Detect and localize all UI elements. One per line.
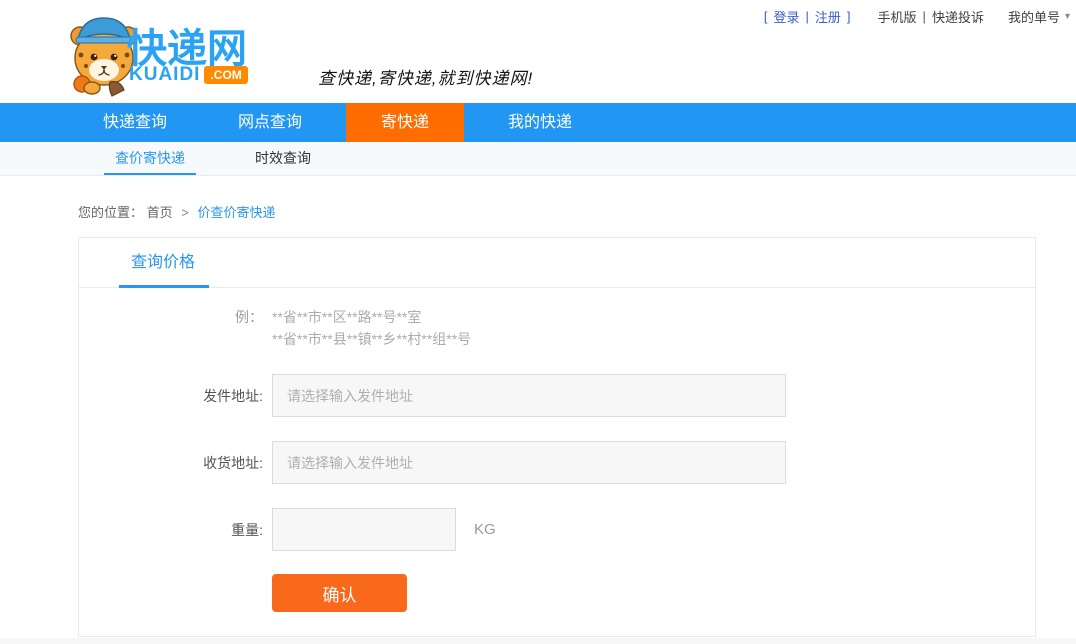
- example-row: 例： **省**市**区**路**号**室 **省**市**县**镇**乡**村…: [79, 306, 1035, 350]
- brand-tagline: 查快递,寄快递,就到快递网!: [318, 64, 533, 89]
- register-link[interactable]: 注册: [812, 7, 844, 26]
- breadcrumb: 您的位置： 首页 > 价查价寄快递: [78, 202, 276, 221]
- breadcrumb-home-link[interactable]: 首页: [147, 205, 173, 220]
- breadcrumb-current-link[interactable]: 价查价寄快递: [198, 205, 276, 220]
- nav-item-send-express[interactable]: 寄快递: [346, 103, 464, 142]
- weight-label: 重量:: [79, 520, 263, 540]
- nav-item-my-express[interactable]: 我的快递: [481, 103, 599, 142]
- receiver-address-row: 收货地址:: [79, 441, 1035, 484]
- nav-item-branch-query[interactable]: 网点查询: [211, 103, 329, 142]
- bottom-divider: [0, 638, 1076, 644]
- sender-address-label: 发件地址:: [79, 386, 263, 406]
- my-tracking-menu[interactable]: 我的单号 ▾: [1008, 7, 1070, 26]
- subnav-item-price-query[interactable]: 查价寄快递: [104, 142, 196, 175]
- sub-nav: 查价寄快递 时效查询: [0, 142, 1076, 176]
- topbar: [ 登录 | 注册 ] 手机版 | 快递投诉 我的单号 ▾: [761, 7, 1070, 26]
- weight-unit-label: KG: [474, 521, 496, 538]
- example-line-2: **省**市**县**镇**乡**村**组**号: [272, 328, 471, 350]
- chevron-down-icon: ▾: [1065, 11, 1070, 22]
- breadcrumb-separator: >: [181, 205, 189, 220]
- subnav-item-time-query[interactable]: 时效查询: [244, 142, 322, 175]
- panel-tab-row: 查询价格: [79, 238, 1035, 288]
- mobile-version-link[interactable]: 手机版: [878, 7, 917, 26]
- site-logo[interactable]: 快递网 KUAIDI .COM 查快递,寄快递,就到快递网!: [66, 8, 486, 100]
- confirm-button[interactable]: 确认: [272, 574, 407, 612]
- mobile-complaint-links: 手机版 | 快递投诉: [878, 7, 984, 26]
- topbar-divider: |: [917, 9, 932, 24]
- tab-active-underline: [119, 285, 209, 288]
- tab-query-price[interactable]: 查询价格: [131, 238, 195, 288]
- my-tracking-label: 我的单号: [1008, 7, 1060, 26]
- complaint-link[interactable]: 快递投诉: [932, 7, 984, 26]
- bracket-close: ]: [844, 9, 854, 24]
- receiver-address-label: 收货地址:: [79, 453, 263, 473]
- weight-input[interactable]: [272, 508, 456, 551]
- login-link[interactable]: 登录: [770, 7, 802, 26]
- brand-domain-text: KUAIDI: [129, 64, 200, 86]
- example-label: 例：: [79, 306, 263, 328]
- breadcrumb-prefix: 您的位置：: [78, 205, 143, 220]
- auth-separator: |: [803, 9, 812, 24]
- main-nav: 快递查询 网点查询 寄快递 我的快递: [0, 103, 1076, 142]
- auth-links: [ 登录 | 注册 ]: [761, 7, 854, 26]
- brand-domain-suffix-badge: .COM: [204, 66, 247, 84]
- price-query-panel: 查询价格 例： **省**市**区**路**号**室 **省**市**县**镇*…: [78, 237, 1036, 637]
- nav-item-express-query[interactable]: 快递查询: [76, 103, 194, 142]
- example-lines: **省**市**区**路**号**室 **省**市**县**镇**乡**村**组…: [272, 306, 471, 350]
- page: [ 登录 | 注册 ] 手机版 | 快递投诉 我的单号 ▾: [0, 0, 1076, 644]
- sender-address-input[interactable]: [272, 374, 786, 417]
- receiver-address-input[interactable]: [272, 441, 786, 484]
- example-line-1: **省**市**区**路**号**室: [272, 306, 471, 328]
- sender-address-row: 发件地址:: [79, 374, 1035, 417]
- brand-domain: KUAIDI .COM: [129, 64, 248, 86]
- weight-row: 重量: KG: [79, 508, 1035, 551]
- bracket-open: [: [761, 9, 771, 24]
